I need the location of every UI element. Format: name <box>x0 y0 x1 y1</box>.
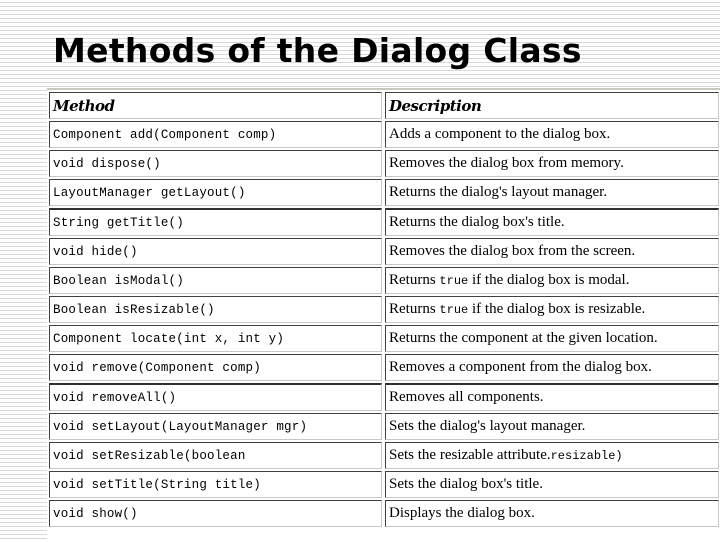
table-row: Boolean isResizable() Returns true if the… <box>49 296 719 323</box>
table-body: Component add(Component comp) Adds a comp… <box>49 121 719 527</box>
table-row: String getTitle() Returns the dialog box'… <box>49 208 719 236</box>
description-code: true <box>439 274 469 288</box>
methods-table: Method Description Component add(Compone… <box>46 90 720 529</box>
method-description: Displays the dialog box. <box>385 500 719 527</box>
method-description: Removes the dialog box from memory. <box>385 150 719 177</box>
method-description: Sets the dialog box's title. <box>385 471 719 498</box>
table-row: void setLayout(LayoutManager mgr) Sets th… <box>49 413 719 440</box>
method-signature: void dispose() <box>49 150 382 177</box>
method-signature: Boolean isModal() <box>49 267 382 294</box>
table-row: LayoutManager getLayout() Returns the dia… <box>49 179 719 206</box>
method-signature: String getTitle() <box>49 208 382 236</box>
method-description: Returns the component at the given locat… <box>385 325 719 352</box>
description-text: Returns <box>389 301 440 317</box>
table-row: void dispose() Removes the dialog box fro… <box>49 150 719 177</box>
table-row: Boolean isModal() Returns true if the dia… <box>49 267 719 294</box>
method-description: Returns the dialog box's title. <box>385 208 719 236</box>
method-description: Adds a component to the dialog box. <box>385 121 719 148</box>
method-signature: Boolean isResizable() <box>49 296 382 323</box>
method-description: Removes a component from the dialog box. <box>385 354 719 381</box>
table-row: Component locate(int x, int y) Returns th… <box>49 325 719 352</box>
table-row: void show() Displays the dialog box. <box>49 500 719 527</box>
method-description: Removes all components. <box>385 383 719 411</box>
header-method: Method <box>49 92 382 119</box>
table-row: void setResizable(boolean Sets the resiza… <box>49 442 719 469</box>
method-signature: void setTitle(String title) <box>49 471 382 498</box>
method-signature: void removeAll() <box>49 383 382 411</box>
methods-table-container: Method Description Component add(Compone… <box>47 88 720 542</box>
method-description: Returns true if the dialog box is modal. <box>385 267 719 294</box>
method-signature: LayoutManager getLayout() <box>49 179 382 206</box>
header-description: Description <box>385 92 719 119</box>
method-signature: void hide() <box>49 238 382 265</box>
method-signature: void setResizable(boolean <box>49 442 382 469</box>
method-signature: Component locate(int x, int y) <box>49 325 382 352</box>
method-signature: Component add(Component comp) <box>49 121 382 148</box>
method-description: Removes the dialog box from the screen. <box>385 238 719 265</box>
slide-title: Methods of the Dialog Class <box>53 31 582 70</box>
method-description: Sets the resizable attribute.resizable) <box>385 442 719 469</box>
table-row: void hide() Removes the dialog box from t… <box>49 238 719 265</box>
table-row: void remove(Component comp) Removes a com… <box>49 354 719 381</box>
description-code: true <box>439 303 469 317</box>
table-row: void removeAll() Removes all components. <box>49 383 719 411</box>
method-description: Returns the dialog's layout manager. <box>385 179 719 206</box>
method-description: Returns true if the dialog box is resiza… <box>385 296 719 323</box>
description-code: resizable) <box>550 449 623 463</box>
description-text: Returns <box>389 272 440 288</box>
table-header-row: Method Description <box>49 92 719 119</box>
table-row: Component add(Component comp) Adds a comp… <box>49 121 719 148</box>
table-row: void setTitle(String title) Sets the dial… <box>49 471 719 498</box>
description-text: Sets the resizable attribute. <box>389 447 551 463</box>
method-signature: void setLayout(LayoutManager mgr) <box>49 413 382 440</box>
method-signature: void show() <box>49 500 382 527</box>
description-text: if the dialog box is modal. <box>468 272 630 288</box>
method-signature: void remove(Component comp) <box>49 354 382 381</box>
method-description: Sets the dialog's layout manager. <box>385 413 719 440</box>
description-text: if the dialog box is resizable. <box>468 301 646 317</box>
